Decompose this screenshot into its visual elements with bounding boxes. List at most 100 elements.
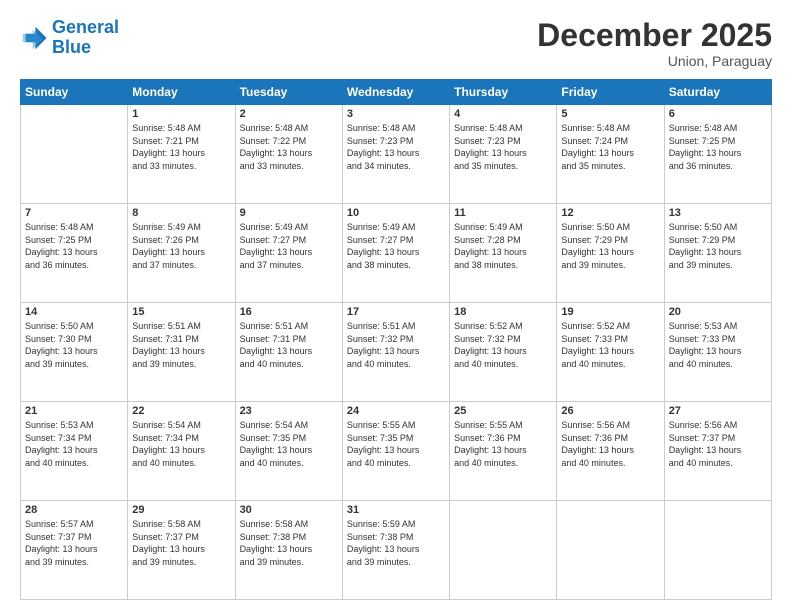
day-number: 18: [454, 306, 552, 318]
cell-info: Sunrise: 5:56 AM Sunset: 7:36 PM Dayligh…: [561, 419, 659, 469]
calendar-cell: 31Sunrise: 5:59 AM Sunset: 7:38 PM Dayli…: [342, 501, 449, 600]
cell-info: Sunrise: 5:50 AM Sunset: 7:29 PM Dayligh…: [669, 221, 767, 271]
cell-info: Sunrise: 5:51 AM Sunset: 7:31 PM Dayligh…: [132, 320, 230, 370]
week-row-2: 7Sunrise: 5:48 AM Sunset: 7:25 PM Daylig…: [21, 204, 772, 303]
day-number: 22: [132, 405, 230, 417]
day-number: 1: [132, 108, 230, 120]
calendar-cell: 18 Sunrise: 5:52 AM Sunset: 7:32 PM Dayli…: [450, 303, 557, 402]
day-number: 4: [454, 108, 552, 120]
week-row-1: 1 Sunrise: 5:48 AM Sunset: 7:21 PM Daylig…: [21, 105, 772, 204]
calendar-cell: 2Sunrise: 5:48 AM Sunset: 7:22 PM Daylig…: [235, 105, 342, 204]
cell-info: Sunrise: 5:52 AM Sunset: 7:32 PM Dayligh…: [454, 320, 552, 370]
day-number: 13: [669, 207, 767, 219]
day-number: 9: [240, 207, 338, 219]
calendar-cell: 10Sunrise: 5:49 AM Sunset: 7:27 PM Dayli…: [342, 204, 449, 303]
calendar-cell: [21, 105, 128, 204]
cell-info: Sunrise: 5:53 AM Sunset: 7:33 PM Dayligh…: [669, 320, 767, 370]
cell-info: Sunrise: 5:56 AM Sunset: 7:37 PM Dayligh…: [669, 419, 767, 469]
subtitle: Union, Paraguay: [537, 53, 772, 69]
calendar-cell: 1 Sunrise: 5:48 AM Sunset: 7:21 PM Daylig…: [128, 105, 235, 204]
col-friday: Friday: [557, 80, 664, 105]
calendar-cell: 4 Sunrise: 5:48 AM Sunset: 7:23 PM Daylig…: [450, 105, 557, 204]
day-number: 8: [132, 207, 230, 219]
calendar-cell: 5Sunrise: 5:48 AM Sunset: 7:24 PM Daylig…: [557, 105, 664, 204]
calendar-cell: 6 Sunrise: 5:48 AM Sunset: 7:25 PM Daylig…: [664, 105, 771, 204]
calendar-cell: 13 Sunrise: 5:50 AM Sunset: 7:29 PM Dayli…: [664, 204, 771, 303]
cell-info: Sunrise: 5:50 AM Sunset: 7:29 PM Dayligh…: [561, 221, 659, 271]
calendar-cell: 25 Sunrise: 5:55 AM Sunset: 7:36 PM Dayli…: [450, 402, 557, 501]
cell-info: Sunrise: 5:59 AM Sunset: 7:38 PM Dayligh…: [347, 518, 445, 568]
day-number: 30: [240, 504, 338, 516]
day-number: 21: [25, 405, 123, 417]
cell-info: Sunrise: 5:48 AM Sunset: 7:23 PM Dayligh…: [454, 122, 552, 172]
day-number: 5: [561, 108, 659, 120]
day-number: 20: [669, 306, 767, 318]
calendar-cell: 12 Sunrise: 5:50 AM Sunset: 7:29 PM Dayli…: [557, 204, 664, 303]
calendar-cell: 22Sunrise: 5:54 AM Sunset: 7:34 PM Dayli…: [128, 402, 235, 501]
cell-info: Sunrise: 5:55 AM Sunset: 7:35 PM Dayligh…: [347, 419, 445, 469]
day-number: 12: [561, 207, 659, 219]
week-row-3: 14Sunrise: 5:50 AM Sunset: 7:30 PM Dayli…: [21, 303, 772, 402]
calendar-cell: 23 Sunrise: 5:54 AM Sunset: 7:35 PM Dayli…: [235, 402, 342, 501]
calendar-cell: 24 Sunrise: 5:55 AM Sunset: 7:35 PM Dayli…: [342, 402, 449, 501]
calendar-cell: 15 Sunrise: 5:51 AM Sunset: 7:31 PM Dayli…: [128, 303, 235, 402]
cell-info: Sunrise: 5:55 AM Sunset: 7:36 PM Dayligh…: [454, 419, 552, 469]
day-number: 27: [669, 405, 767, 417]
calendar-cell: [450, 501, 557, 600]
calendar-cell: 19 Sunrise: 5:52 AM Sunset: 7:33 PM Dayli…: [557, 303, 664, 402]
day-number: 6: [669, 108, 767, 120]
main-title: December 2025: [537, 18, 772, 53]
cell-info: Sunrise: 5:49 AM Sunset: 7:28 PM Dayligh…: [454, 221, 552, 271]
calendar-cell: 9 Sunrise: 5:49 AM Sunset: 7:27 PM Daylig…: [235, 204, 342, 303]
day-number: 26: [561, 405, 659, 417]
day-number: 19: [561, 306, 659, 318]
calendar-cell: 21 Sunrise: 5:53 AM Sunset: 7:34 PM Dayli…: [21, 402, 128, 501]
calendar-cell: 26 Sunrise: 5:56 AM Sunset: 7:36 PM Dayli…: [557, 402, 664, 501]
day-number: 23: [240, 405, 338, 417]
logo-general: General: [52, 17, 119, 37]
logo-text: General Blue: [52, 18, 119, 58]
header: General Blue December 2025 Union, Paragu…: [20, 18, 772, 69]
calendar-cell: [557, 501, 664, 600]
day-number: 2: [240, 108, 338, 120]
cell-info: Sunrise: 5:53 AM Sunset: 7:34 PM Dayligh…: [25, 419, 123, 469]
cell-info: Sunrise: 5:48 AM Sunset: 7:21 PM Dayligh…: [132, 122, 230, 172]
cell-info: Sunrise: 5:54 AM Sunset: 7:35 PM Dayligh…: [240, 419, 338, 469]
day-number: 25: [454, 405, 552, 417]
calendar-cell: 30Sunrise: 5:58 AM Sunset: 7:38 PM Dayli…: [235, 501, 342, 600]
day-number: 10: [347, 207, 445, 219]
page: General Blue December 2025 Union, Paragu…: [0, 0, 792, 612]
col-thursday: Thursday: [450, 80, 557, 105]
calendar-cell: 7Sunrise: 5:48 AM Sunset: 7:25 PM Daylig…: [21, 204, 128, 303]
title-block: December 2025 Union, Paraguay: [537, 18, 772, 69]
cell-info: Sunrise: 5:57 AM Sunset: 7:37 PM Dayligh…: [25, 518, 123, 568]
day-number: 17: [347, 306, 445, 318]
col-saturday: Saturday: [664, 80, 771, 105]
week-row-4: 21 Sunrise: 5:53 AM Sunset: 7:34 PM Dayli…: [21, 402, 772, 501]
cell-info: Sunrise: 5:58 AM Sunset: 7:37 PM Dayligh…: [132, 518, 230, 568]
day-number: 15: [132, 306, 230, 318]
col-monday: Monday: [128, 80, 235, 105]
cell-info: Sunrise: 5:52 AM Sunset: 7:33 PM Dayligh…: [561, 320, 659, 370]
day-number: 28: [25, 504, 123, 516]
calendar-cell: 8Sunrise: 5:49 AM Sunset: 7:26 PM Daylig…: [128, 204, 235, 303]
col-wednesday: Wednesday: [342, 80, 449, 105]
calendar-cell: 3 Sunrise: 5:48 AM Sunset: 7:23 PM Daylig…: [342, 105, 449, 204]
calendar-cell: 28 Sunrise: 5:57 AM Sunset: 7:37 PM Dayli…: [21, 501, 128, 600]
week-row-5: 28 Sunrise: 5:57 AM Sunset: 7:37 PM Dayli…: [21, 501, 772, 600]
logo: General Blue: [20, 18, 119, 58]
day-number: 11: [454, 207, 552, 219]
day-number: 24: [347, 405, 445, 417]
cell-info: Sunrise: 5:49 AM Sunset: 7:27 PM Dayligh…: [240, 221, 338, 271]
calendar-header-row: Sunday Monday Tuesday Wednesday Thursday…: [21, 80, 772, 105]
day-number: 7: [25, 207, 123, 219]
calendar-cell: [664, 501, 771, 600]
calendar-table: Sunday Monday Tuesday Wednesday Thursday…: [20, 79, 772, 600]
logo-blue: Blue: [52, 37, 91, 57]
day-number: 3: [347, 108, 445, 120]
calendar-cell: 14Sunrise: 5:50 AM Sunset: 7:30 PM Dayli…: [21, 303, 128, 402]
cell-info: Sunrise: 5:48 AM Sunset: 7:23 PM Dayligh…: [347, 122, 445, 172]
cell-info: Sunrise: 5:51 AM Sunset: 7:31 PM Dayligh…: [240, 320, 338, 370]
calendar-cell: 27 Sunrise: 5:56 AM Sunset: 7:37 PM Dayli…: [664, 402, 771, 501]
cell-info: Sunrise: 5:48 AM Sunset: 7:25 PM Dayligh…: [669, 122, 767, 172]
